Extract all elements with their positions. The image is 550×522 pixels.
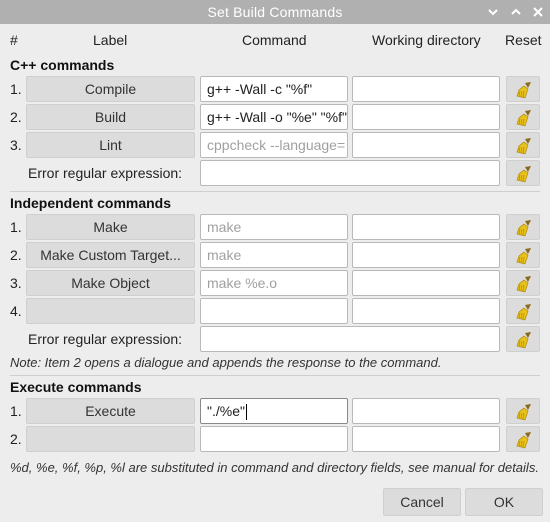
reset-button-build[interactable] bbox=[506, 104, 540, 130]
section-title-execute: Execute commands bbox=[10, 379, 142, 395]
row-number: 2. bbox=[10, 247, 22, 263]
note-independent: Note: Item 2 opens a dialogue and append… bbox=[10, 355, 442, 370]
cancel-button[interactable]: Cancel bbox=[383, 488, 461, 516]
label-button-lint[interactable]: Lint bbox=[26, 132, 195, 158]
broom-icon bbox=[516, 110, 531, 127]
label-button-make[interactable]: Make bbox=[26, 214, 195, 240]
maximize-button[interactable] bbox=[509, 5, 523, 19]
label-button-make-object[interactable]: Make Object bbox=[26, 270, 195, 296]
separator bbox=[10, 375, 540, 376]
broom-icon bbox=[516, 432, 531, 449]
section-title-cpp: C++ commands bbox=[10, 57, 115, 73]
row-number: 1. bbox=[10, 403, 22, 419]
label-button-execute-2[interactable] bbox=[26, 426, 195, 452]
command-field-make-object[interactable]: make %e.o bbox=[200, 270, 348, 296]
broom-icon bbox=[516, 248, 531, 265]
column-header-command: Command bbox=[242, 32, 307, 48]
text-caret bbox=[245, 404, 247, 421]
row-number: 2. bbox=[10, 109, 22, 125]
error-regex-field-cpp[interactable] bbox=[200, 160, 500, 186]
command-field-text: "./%e" bbox=[207, 403, 245, 419]
command-field-execute[interactable]: "./%e" bbox=[200, 398, 348, 424]
row-number: 3. bbox=[10, 137, 22, 153]
error-regex-label: Error regular expression: bbox=[28, 331, 183, 347]
separator bbox=[10, 191, 540, 192]
command-field-compile[interactable]: g++ -Wall -c "%f" bbox=[200, 76, 348, 102]
note-substitution: %d, %e, %f, %p, %l are substituted in co… bbox=[10, 460, 539, 475]
row-number: 3. bbox=[10, 275, 22, 291]
error-regex-label: Error regular expression: bbox=[28, 165, 183, 181]
workdir-field-execute-2[interactable] bbox=[352, 426, 500, 452]
workdir-field-execute[interactable] bbox=[352, 398, 500, 424]
reset-button-cpp-regex[interactable] bbox=[506, 160, 540, 186]
reset-button-execute-2[interactable] bbox=[506, 426, 540, 452]
workdir-field-compile[interactable] bbox=[352, 76, 500, 102]
reset-button-lint[interactable] bbox=[506, 132, 540, 158]
command-field-execute-2[interactable] bbox=[200, 426, 348, 452]
workdir-field-make-custom-target[interactable] bbox=[352, 242, 500, 268]
broom-icon bbox=[516, 304, 531, 321]
label-button-execute[interactable]: Execute bbox=[26, 398, 195, 424]
command-field-make[interactable]: make bbox=[200, 214, 348, 240]
broom-icon bbox=[516, 82, 531, 99]
reset-button-make-custom-target[interactable] bbox=[506, 242, 540, 268]
ok-button[interactable]: OK bbox=[465, 488, 543, 516]
command-field-build[interactable]: g++ -Wall -o "%e" "%f" bbox=[200, 104, 348, 130]
broom-icon bbox=[516, 138, 531, 155]
row-number: 1. bbox=[10, 219, 22, 235]
section-title-independent: Independent commands bbox=[10, 195, 172, 211]
workdir-field-make-object[interactable] bbox=[352, 270, 500, 296]
row-number: 2. bbox=[10, 431, 22, 447]
command-field-make-custom-target[interactable]: make bbox=[200, 242, 348, 268]
broom-icon bbox=[516, 332, 531, 349]
error-regex-field-independent[interactable] bbox=[200, 326, 500, 352]
title-bar: Set Build Commands bbox=[0, 0, 550, 24]
label-button-independent-4[interactable] bbox=[26, 298, 195, 324]
broom-icon bbox=[516, 166, 531, 183]
reset-button-compile[interactable] bbox=[506, 76, 540, 102]
workdir-field-lint[interactable] bbox=[352, 132, 500, 158]
broom-icon bbox=[516, 404, 531, 421]
minimize-button[interactable] bbox=[486, 5, 500, 19]
chevron-down-icon bbox=[488, 9, 498, 16]
window-title: Set Build Commands bbox=[207, 4, 343, 20]
close-button[interactable] bbox=[531, 5, 545, 19]
workdir-field-build[interactable] bbox=[352, 104, 500, 130]
label-button-build[interactable]: Build bbox=[26, 104, 195, 130]
reset-button-make[interactable] bbox=[506, 214, 540, 240]
label-button-compile[interactable]: Compile bbox=[26, 76, 195, 102]
chevron-up-icon bbox=[511, 8, 521, 15]
broom-icon bbox=[516, 276, 531, 293]
column-header-label: Label bbox=[93, 32, 128, 48]
close-icon bbox=[533, 7, 543, 17]
column-header-num: # bbox=[10, 32, 18, 48]
column-header-working-directory: Working directory bbox=[372, 32, 481, 48]
reset-button-execute[interactable] bbox=[506, 398, 540, 424]
label-button-make-custom-target[interactable]: Make Custom Target... bbox=[26, 242, 195, 268]
command-field-independent-4[interactable] bbox=[200, 298, 348, 324]
row-number: 4. bbox=[10, 303, 22, 319]
reset-button-independent-regex[interactable] bbox=[506, 326, 540, 352]
workdir-field-make[interactable] bbox=[352, 214, 500, 240]
row-number: 1. bbox=[10, 81, 22, 97]
reset-button-independent-4[interactable] bbox=[506, 298, 540, 324]
broom-icon bbox=[516, 220, 531, 237]
column-header-reset: Reset bbox=[505, 32, 542, 48]
command-field-lint[interactable]: cppcheck --language= bbox=[200, 132, 348, 158]
reset-button-make-object[interactable] bbox=[506, 270, 540, 296]
set-build-commands-dialog: Set Build Commands # Label Command Worki… bbox=[0, 0, 550, 522]
workdir-field-independent-4[interactable] bbox=[352, 298, 500, 324]
